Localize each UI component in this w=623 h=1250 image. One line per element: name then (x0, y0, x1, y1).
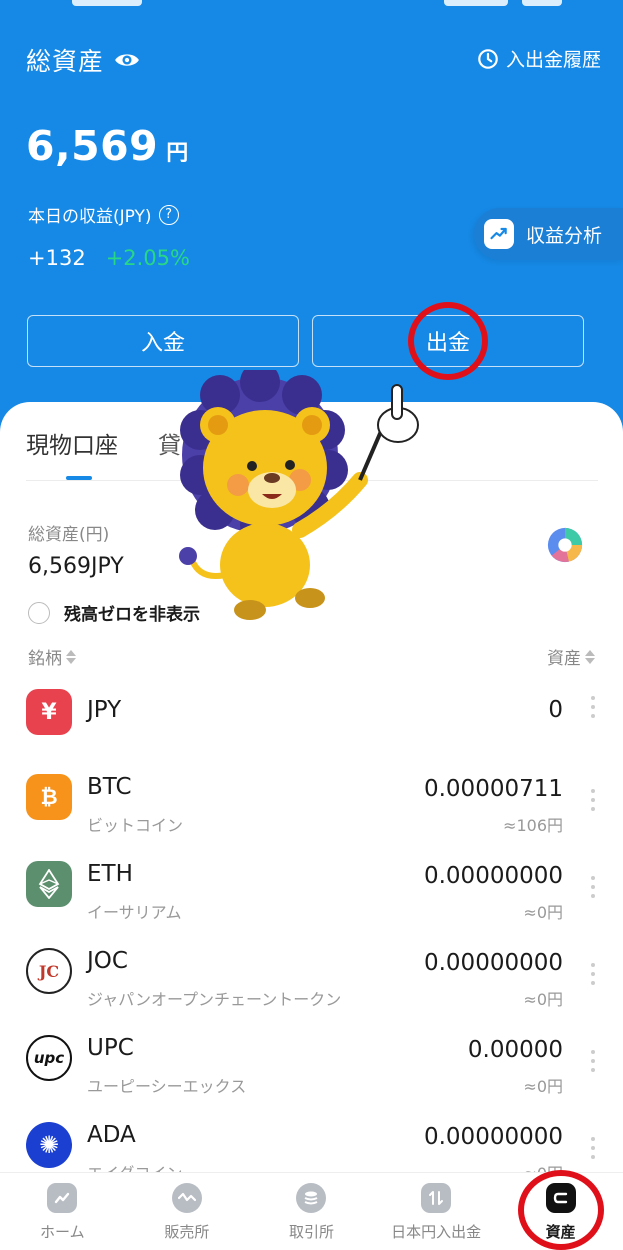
deposit-button[interactable]: 入金 (27, 315, 299, 367)
coin-symbol: UPC (87, 1035, 134, 1061)
clock-icon (478, 48, 498, 69)
coin-row-joc[interactable]: JC JOC ジャパンオープンチェーントークン 0.00000000 ≈0円 (0, 948, 623, 1035)
column-symbol-sort[interactable]: 銘柄 (28, 644, 76, 669)
status-time (72, 0, 142, 6)
history-link[interactable]: 入出金履歴 (477, 45, 601, 72)
withdraw-button[interactable]: 出金 (312, 315, 584, 367)
total-assets-unit: 円 (166, 141, 189, 166)
coin-name: イーサリアム (87, 903, 182, 922)
tab-yen-transfer[interactable]: 日本円入出金 (374, 1173, 499, 1250)
wallet-icon (545, 1183, 576, 1213)
total-assets-title-row: 総資産 (26, 42, 140, 78)
coin-amount: 0 (548, 697, 563, 723)
yen-transfer-icon (421, 1183, 452, 1213)
coin-row-jpy[interactable]: ¥ JPY 0 (0, 689, 623, 776)
coin-jpy-value: ≈106円 (503, 816, 563, 835)
sort-icon (66, 649, 76, 664)
cardano-icon: ✺ (26, 1122, 72, 1168)
total-assets: 6,569 円 (26, 122, 188, 170)
profit-percent: +2.05% (105, 246, 190, 270)
bottom-tab-bar: ホーム 販売所 取引所 日本円入出金 資産 (0, 1172, 623, 1250)
more-icon[interactable] (591, 693, 595, 720)
page-title: 総資産 (26, 47, 105, 76)
coin-jpy-value: ≈0円 (523, 903, 563, 922)
sort-icon (585, 649, 595, 664)
more-icon[interactable] (591, 960, 595, 987)
tab-home-label: ホーム (40, 1223, 85, 1241)
profit-amount: +132 (28, 246, 86, 270)
coin-amount: 0.00000000 (423, 863, 563, 889)
coin-amount: 0.00000 (467, 1037, 563, 1063)
account-assets-value: 6,569JPY (28, 554, 124, 579)
coin-row-upc[interactable]: upc UPC ユーピーシーエックス 0.00000 ≈0円 (0, 1035, 623, 1122)
coin-jpy-value: ≈0円 (523, 990, 563, 1009)
trend-chart-icon (484, 219, 514, 249)
coin-amount: 0.00000000 (423, 950, 563, 976)
tab-spot-account[interactable]: 現物口座 (26, 426, 118, 460)
eye-icon[interactable] (114, 47, 140, 73)
tab-trade-label: 取引所 (288, 1223, 334, 1241)
profit-label: 本日の収益(JPY) ? (28, 202, 179, 227)
column-assets-label: 資産 (547, 649, 581, 669)
coin-symbol: ETH (87, 861, 133, 887)
column-symbol-label: 銘柄 (28, 649, 62, 669)
coin-jpy-value: ≈0円 (523, 1077, 563, 1096)
status-signal-icon (444, 0, 508, 6)
more-icon[interactable] (591, 873, 595, 900)
coin-symbol: JPY (87, 697, 122, 723)
more-icon[interactable] (591, 1047, 595, 1074)
coin-name: ユーピーシーエックス (87, 1077, 247, 1096)
profit-row: +132 +2.05% (28, 246, 190, 270)
coin-amount: 0.00000000 (423, 1124, 563, 1150)
coin-amount: 0.00000711 (423, 776, 563, 802)
coin-row-btc[interactable]: ₿ BTC ビットコイン 0.00000711 ≈106円 (0, 774, 623, 861)
hide-zero-radio[interactable] (28, 601, 50, 624)
column-assets-sort[interactable]: 資産 (547, 644, 595, 669)
status-bar (0, 0, 623, 12)
pie-chart-icon[interactable] (546, 526, 584, 564)
tab-yen-transfer-label: 日本円入出金 (391, 1223, 482, 1241)
coin-symbol: BTC (87, 774, 132, 800)
ethereum-icon (26, 861, 72, 907)
trade-icon (296, 1183, 327, 1213)
history-label: 入出金履歴 (505, 49, 601, 71)
tab-exchange-label: 販売所 (164, 1223, 210, 1241)
coin-name: ジャパンオープンチェーントークン (87, 990, 342, 1009)
yen-icon: ¥ (26, 689, 72, 735)
home-icon (47, 1183, 78, 1213)
tab-assets[interactable]: 資産 (498, 1173, 623, 1250)
more-icon[interactable] (591, 1134, 595, 1161)
coin-row-eth[interactable]: ETH イーサリアム 0.00000000 ≈0円 (0, 861, 623, 948)
bitcoin-icon: ₿ (26, 774, 72, 820)
profit-analysis-label: 収益分析 (526, 224, 603, 247)
more-icon[interactable] (591, 786, 595, 813)
account-assets-label: 総資産(円) (28, 525, 110, 545)
coin-symbol: ADA (87, 1122, 136, 1148)
coin-symbol: JOC (87, 948, 128, 974)
help-icon[interactable]: ? (158, 204, 179, 225)
profit-analysis-button[interactable]: 収益分析 (474, 208, 623, 260)
upc-icon: upc (26, 1035, 72, 1081)
exchange-icon (171, 1183, 202, 1213)
lion-mascot-illustration (179, 370, 419, 620)
joc-icon: JC (26, 948, 72, 994)
tab-trade[interactable]: 取引所 (249, 1173, 374, 1250)
total-assets-value: 6,569 (26, 122, 159, 170)
profit-label-text: 本日の収益(JPY) (28, 207, 152, 227)
tab-exchange[interactable]: 販売所 (125, 1173, 250, 1250)
tab-assets-label: 資産 (545, 1223, 576, 1241)
coin-name: ビットコイン (87, 816, 184, 835)
tab-home[interactable]: ホーム (0, 1173, 125, 1250)
battery-icon (522, 0, 562, 6)
